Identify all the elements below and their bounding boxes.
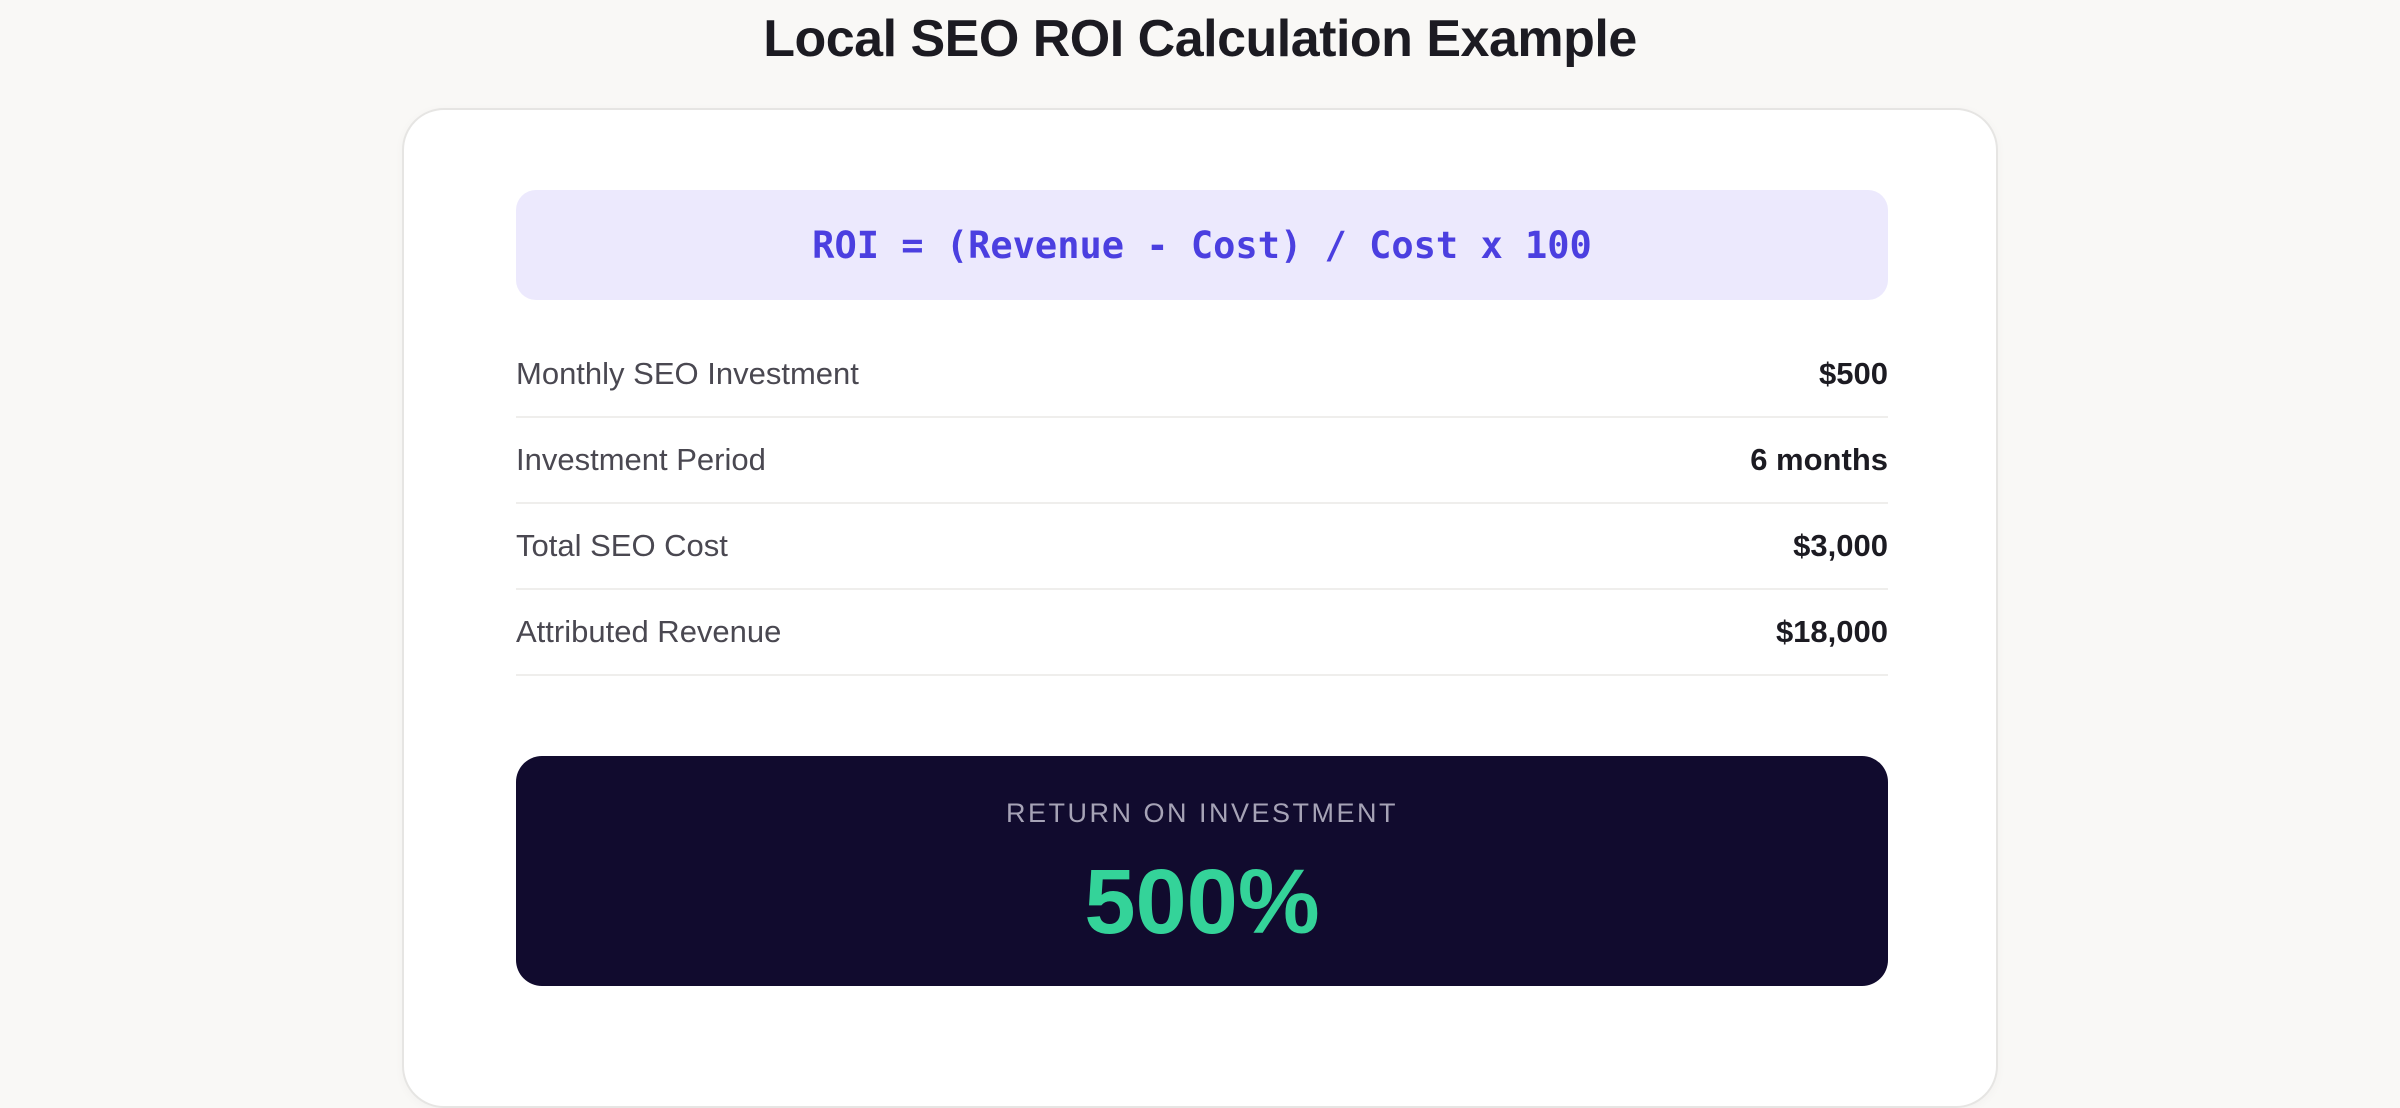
- row-label: Monthly SEO Investment: [516, 356, 859, 391]
- page-title: Local SEO ROI Calculation Example: [763, 9, 1637, 68]
- row-total-seo-cost: Total SEO Cost $3,000: [516, 504, 1888, 590]
- roi-result-value: 500%: [1084, 851, 1320, 953]
- row-value: $3,000: [1793, 528, 1888, 563]
- row-value: 6 months: [1750, 442, 1888, 477]
- calculation-rows: Monthly SEO Investment $500 Investment P…: [516, 332, 1888, 676]
- formula-box: ROI = (Revenue - Cost) / Cost x 100: [516, 190, 1888, 300]
- formula-text: ROI = (Revenue - Cost) / Cost x 100: [812, 223, 1592, 267]
- row-value: $500: [1819, 356, 1888, 391]
- row-investment-period: Investment Period 6 months: [516, 418, 1888, 504]
- roi-result-box: RETURN ON INVESTMENT 500%: [516, 756, 1888, 986]
- roi-result-label: RETURN ON INVESTMENT: [1005, 798, 1398, 828]
- row-label: Attributed Revenue: [516, 614, 782, 649]
- row-value: $18,000: [1775, 614, 1888, 649]
- roi-calculation-card: ROI = (Revenue - Cost) / Cost x 100 Mont…: [402, 108, 1998, 1108]
- row-monthly-seo-investment: Monthly SEO Investment $500: [516, 332, 1888, 418]
- row-label: Investment Period: [516, 442, 766, 477]
- row-label: Total SEO Cost: [516, 528, 728, 563]
- row-attributed-revenue: Attributed Revenue $18,000: [516, 590, 1888, 676]
